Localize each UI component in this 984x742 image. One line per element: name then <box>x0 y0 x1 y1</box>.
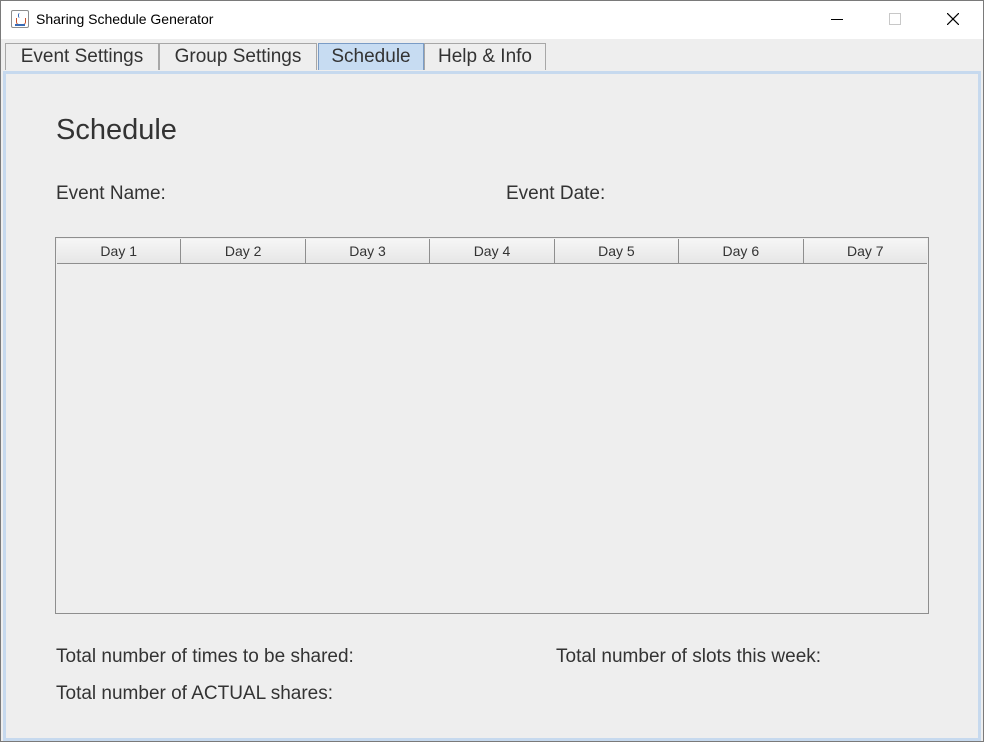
total-times-label: Total number of times to be shared: <box>56 646 354 667</box>
minimize-button[interactable] <box>807 1 865 39</box>
column-header-day-2[interactable]: Day 2 <box>181 239 306 264</box>
table-header: Day 1 Day 2 Day 3 Day 4 Day 5 Day 6 Day … <box>57 239 927 264</box>
tab-schedule[interactable]: Schedule <box>318 43 424 70</box>
java-cup-icon <box>11 10 29 28</box>
tab-group-settings[interactable]: Group Settings <box>159 43 317 70</box>
tab-help-info[interactable]: Help & Info <box>424 43 546 70</box>
page-title: Schedule <box>56 114 177 146</box>
tab-event-settings[interactable]: Event Settings <box>5 43 159 70</box>
column-header-day-1[interactable]: Day 1 <box>57 239 182 264</box>
close-icon <box>947 13 959 25</box>
schedule-table[interactable]: Day 1 Day 2 Day 3 Day 4 Day 5 Day 6 Day … <box>55 237 929 614</box>
maximize-button <box>865 1 923 39</box>
tab-bar: Event Settings Group Settings Schedule H… <box>1 39 983 71</box>
event-name-label: Event Name: <box>56 183 166 204</box>
actual-shares-label: Total number of ACTUAL shares: <box>56 683 334 704</box>
event-date-label: Event Date: <box>506 183 606 204</box>
window-title: Sharing Schedule Generator <box>36 11 214 27</box>
column-header-day-6[interactable]: Day 6 <box>679 239 804 264</box>
column-header-day-3[interactable]: Day 3 <box>305 239 431 264</box>
app-window: Sharing Schedule Generator Event Setting… <box>0 0 984 742</box>
column-header-day-5[interactable]: Day 5 <box>554 239 680 264</box>
column-header-day-4[interactable]: Day 4 <box>430 239 555 264</box>
title-bar[interactable]: Sharing Schedule Generator <box>1 1 983 39</box>
column-header-day-7[interactable]: Day 7 <box>803 239 927 264</box>
total-slots-label: Total number of slots this week: <box>556 646 822 667</box>
close-button[interactable] <box>923 1 981 39</box>
